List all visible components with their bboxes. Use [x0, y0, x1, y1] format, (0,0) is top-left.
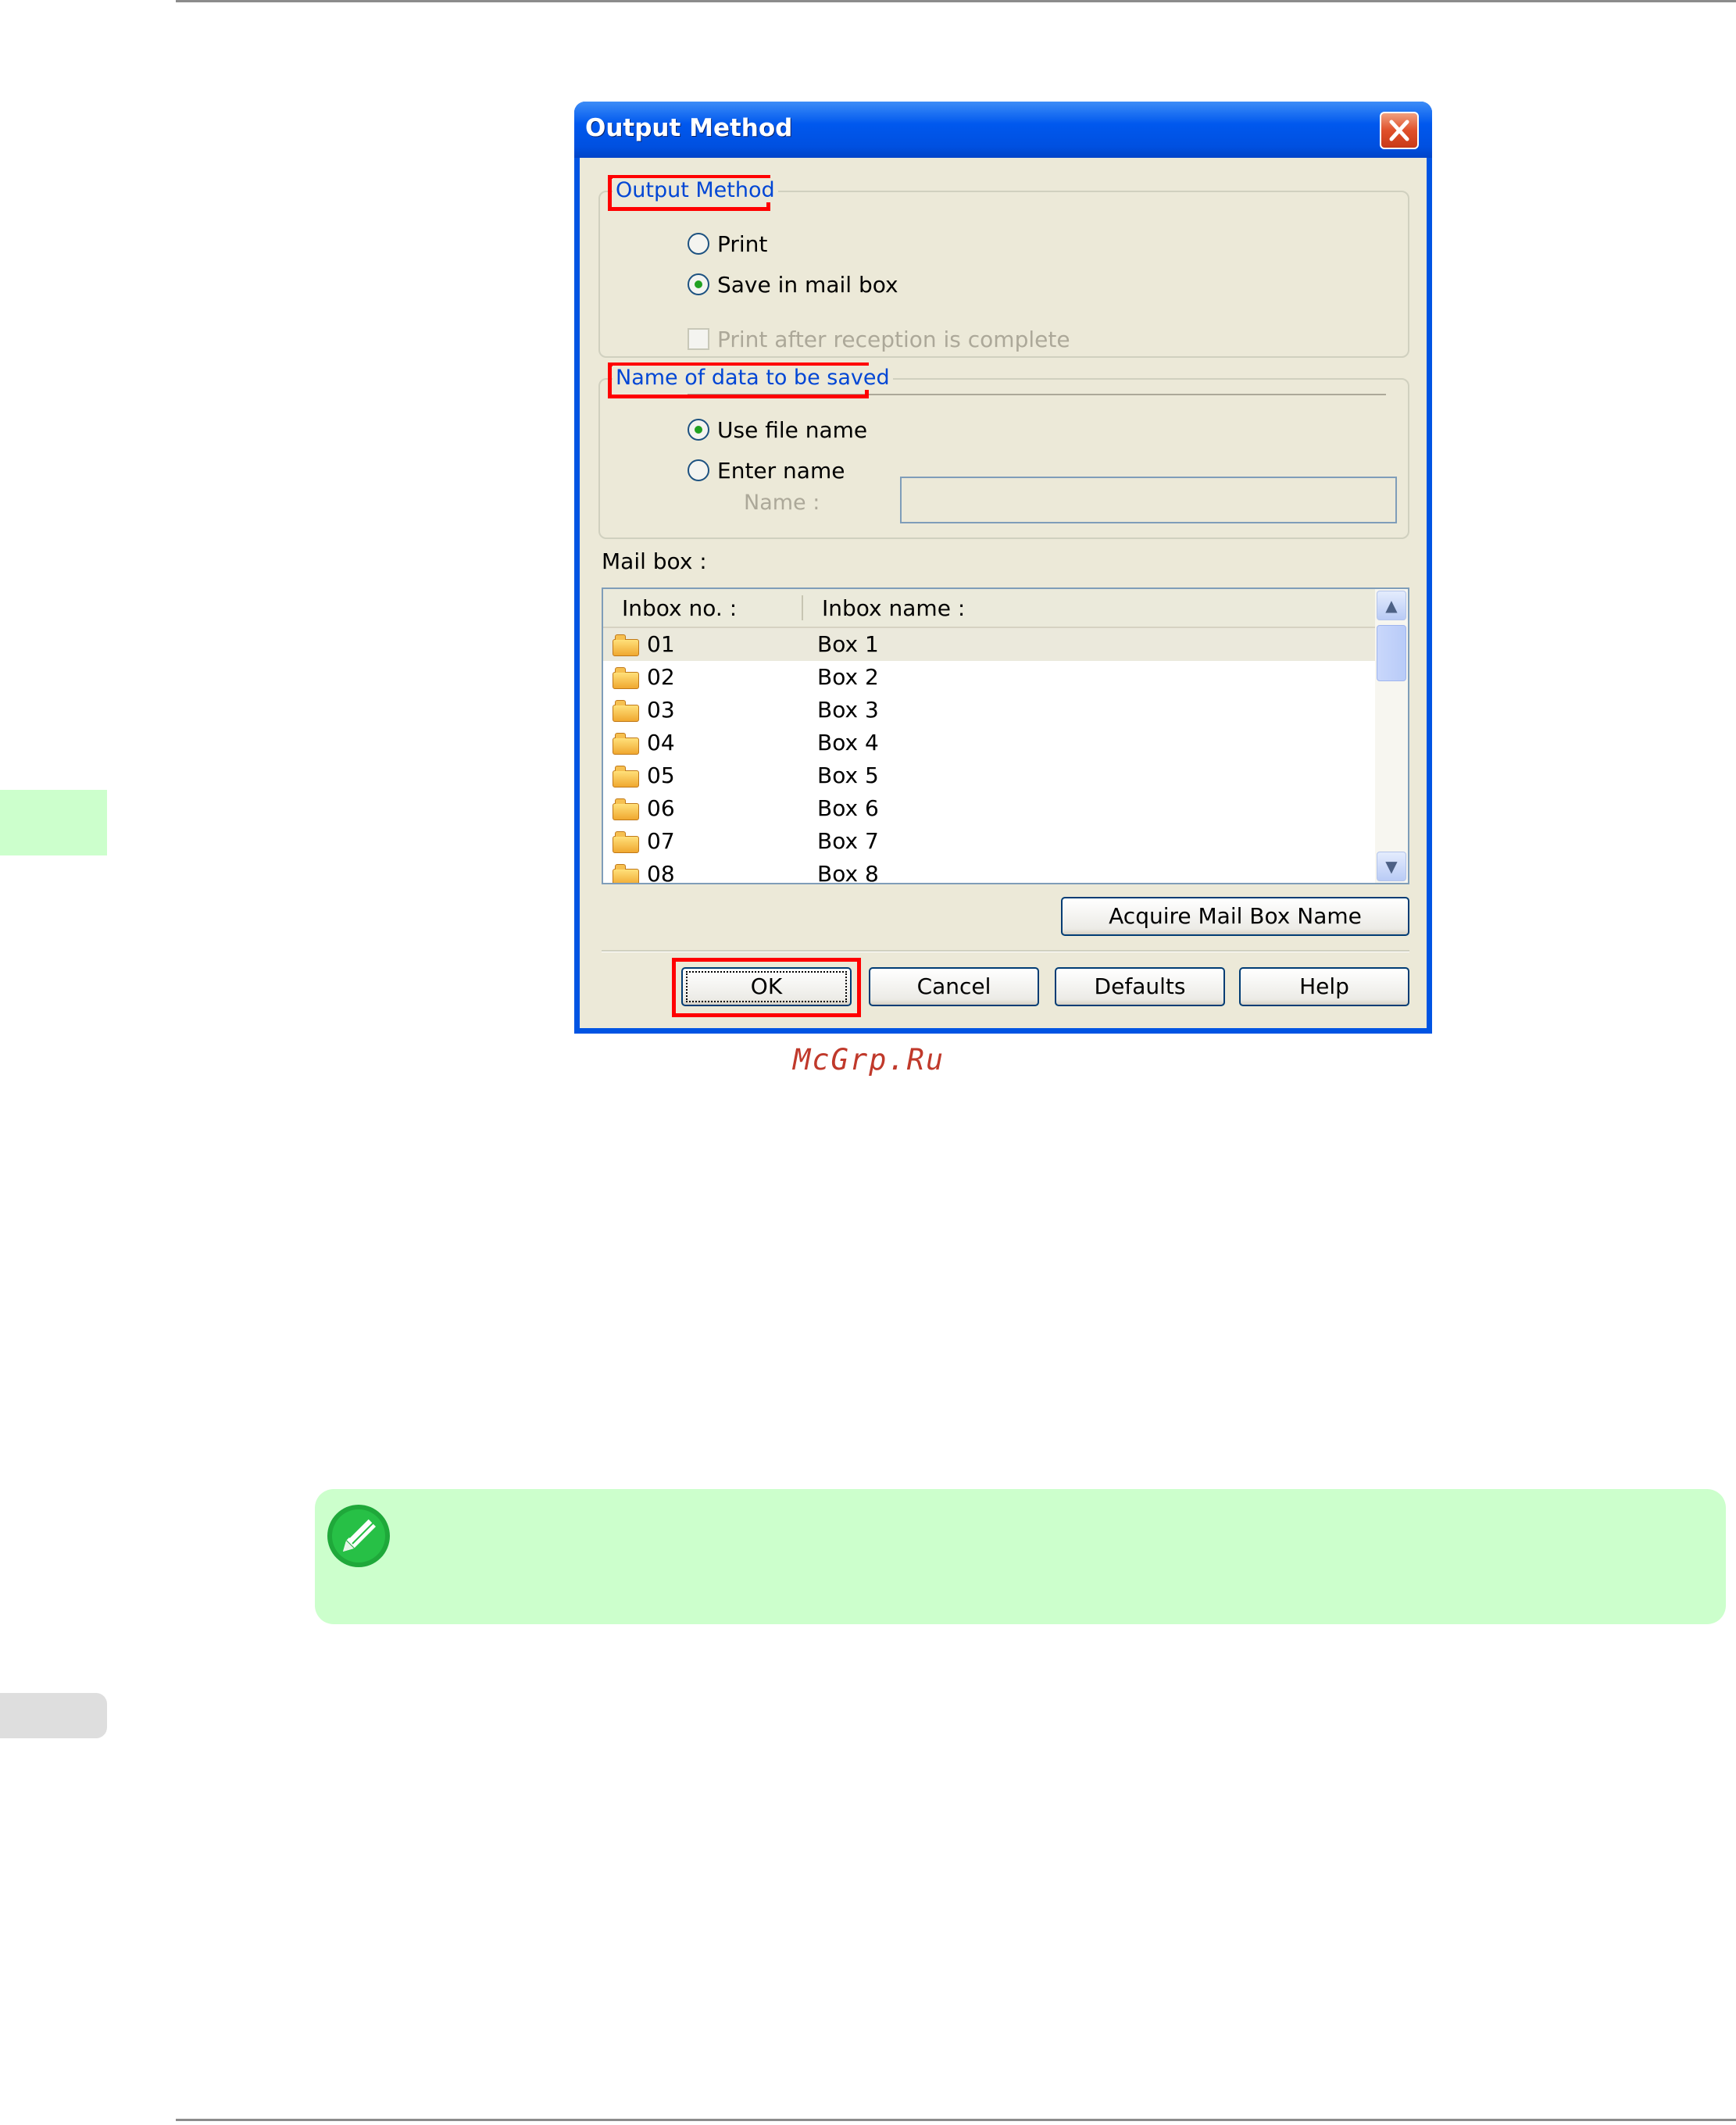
- help-button[interactable]: Help: [1239, 967, 1409, 1006]
- list-item[interactable]: 07 Box 7: [603, 825, 1375, 858]
- close-icon: [1389, 120, 1409, 141]
- scroll-up-button[interactable]: ▲: [1377, 591, 1406, 620]
- mail-box-list[interactable]: Inbox no. : Inbox name : 01 Box 1 02 Box…: [602, 588, 1409, 884]
- inbox-name: Box 6: [817, 795, 879, 821]
- list-header: Inbox no. : Inbox name :: [603, 589, 1375, 629]
- list-item[interactable]: 04 Box 4: [603, 727, 1375, 759]
- list-scrollbar[interactable]: ▲ ▼: [1375, 589, 1408, 883]
- name-of-data-legend: Name of data to be saved: [613, 366, 893, 390]
- dialog-titlebar[interactable]: Output Method: [574, 102, 1432, 158]
- list-item[interactable]: 08 Box 8: [603, 858, 1375, 884]
- inbox-name: Box 7: [817, 828, 879, 854]
- acquire-mail-box-name-button[interactable]: Acquire Mail Box Name: [1061, 897, 1409, 936]
- list-item[interactable]: 02 Box 2: [603, 661, 1375, 694]
- inbox-name: Box 1: [817, 631, 879, 657]
- print-after-reception-checkbox[interactable]: Print after reception is complete: [688, 325, 1070, 353]
- name-field-label: Name :: [744, 491, 820, 515]
- output-method-dialog: Output Method Output Method Print Save i…: [574, 102, 1432, 1034]
- header-inbox-no[interactable]: Inbox no. :: [622, 595, 737, 621]
- scroll-thumb[interactable]: [1377, 625, 1406, 681]
- output-method-legend: Output Method: [613, 178, 778, 202]
- button-separator: [602, 950, 1409, 952]
- close-button[interactable]: [1380, 112, 1419, 149]
- print-after-reception-label: Print after reception is complete: [717, 326, 1070, 352]
- radio-enter-name-indicator[interactable]: [688, 459, 709, 481]
- page-tab: [0, 1693, 107, 1738]
- inbox-name: Box 5: [817, 762, 879, 788]
- radio-save-in-mail-box[interactable]: Save in mail box: [688, 270, 898, 298]
- list-item[interactable]: 05 Box 5: [603, 759, 1375, 792]
- inbox-name: Box 8: [817, 861, 879, 884]
- chevron-down-icon: ▼: [1385, 857, 1398, 876]
- folder-icon: [613, 733, 639, 755]
- radio-save-in-mail-box-indicator[interactable]: [688, 273, 709, 295]
- radio-use-file-name-indicator[interactable]: [688, 419, 709, 441]
- scroll-down-button[interactable]: ▼: [1377, 852, 1406, 881]
- pencil-note-icon: [327, 1505, 390, 1567]
- inbox-name: Box 3: [817, 697, 879, 723]
- header-inbox-name[interactable]: Inbox name :: [822, 595, 965, 621]
- name-input[interactable]: [900, 477, 1397, 523]
- print-after-reception-box[interactable]: [688, 328, 709, 350]
- radio-print-label: Print: [717, 230, 768, 257]
- folder-icon: [613, 667, 639, 689]
- defaults-button[interactable]: Defaults: [1055, 967, 1225, 1006]
- folder-icon: [613, 831, 639, 853]
- folder-icon: [613, 864, 639, 883]
- folder-icon: [613, 766, 639, 788]
- list-item[interactable]: 01 Box 1: [603, 628, 1375, 661]
- inbox-no: 03: [647, 697, 675, 723]
- chapter-tab: [0, 790, 107, 855]
- folder-icon: [613, 634, 639, 656]
- dialog-title: Output Method: [585, 114, 793, 142]
- dialog-client: Output Method Print Save in mail box Pri…: [580, 158, 1427, 1028]
- inbox-no: 08: [647, 861, 675, 884]
- inbox-no: 04: [647, 730, 675, 755]
- cancel-button[interactable]: Cancel: [869, 967, 1039, 1006]
- inbox-name: Box 4: [817, 730, 879, 755]
- ok-focus-ring: [686, 971, 847, 1002]
- inbox-no: 05: [647, 762, 675, 788]
- radio-save-in-mail-box-label: Save in mail box: [717, 271, 898, 298]
- folder-icon: [613, 700, 639, 722]
- inbox-no: 06: [647, 795, 675, 821]
- inbox-no: 01: [647, 631, 675, 657]
- inbox-no: 02: [647, 664, 675, 690]
- top-rule: [176, 0, 1736, 2]
- header-separator[interactable]: [802, 595, 803, 620]
- inbox-no: 07: [647, 828, 675, 854]
- chevron-up-icon: ▲: [1385, 596, 1398, 615]
- radio-print[interactable]: Print: [688, 230, 767, 258]
- bottom-rule: [176, 2119, 1736, 2121]
- radio-enter-name[interactable]: Enter name: [688, 456, 845, 484]
- list-item[interactable]: 03 Box 3: [603, 694, 1375, 727]
- radio-print-indicator[interactable]: [688, 233, 709, 255]
- watermark: McGrp.Ru: [793, 1043, 945, 1077]
- note-box: [315, 1489, 1726, 1624]
- inbox-name: Box 2: [817, 664, 879, 690]
- radio-use-file-name[interactable]: Use file name: [688, 416, 867, 444]
- radio-enter-name-label: Enter name: [717, 457, 845, 484]
- mail-box-label: Mail box :: [602, 548, 707, 574]
- list-item[interactable]: 06 Box 6: [603, 792, 1375, 825]
- folder-icon: [613, 798, 639, 820]
- radio-use-file-name-label: Use file name: [717, 416, 868, 443]
